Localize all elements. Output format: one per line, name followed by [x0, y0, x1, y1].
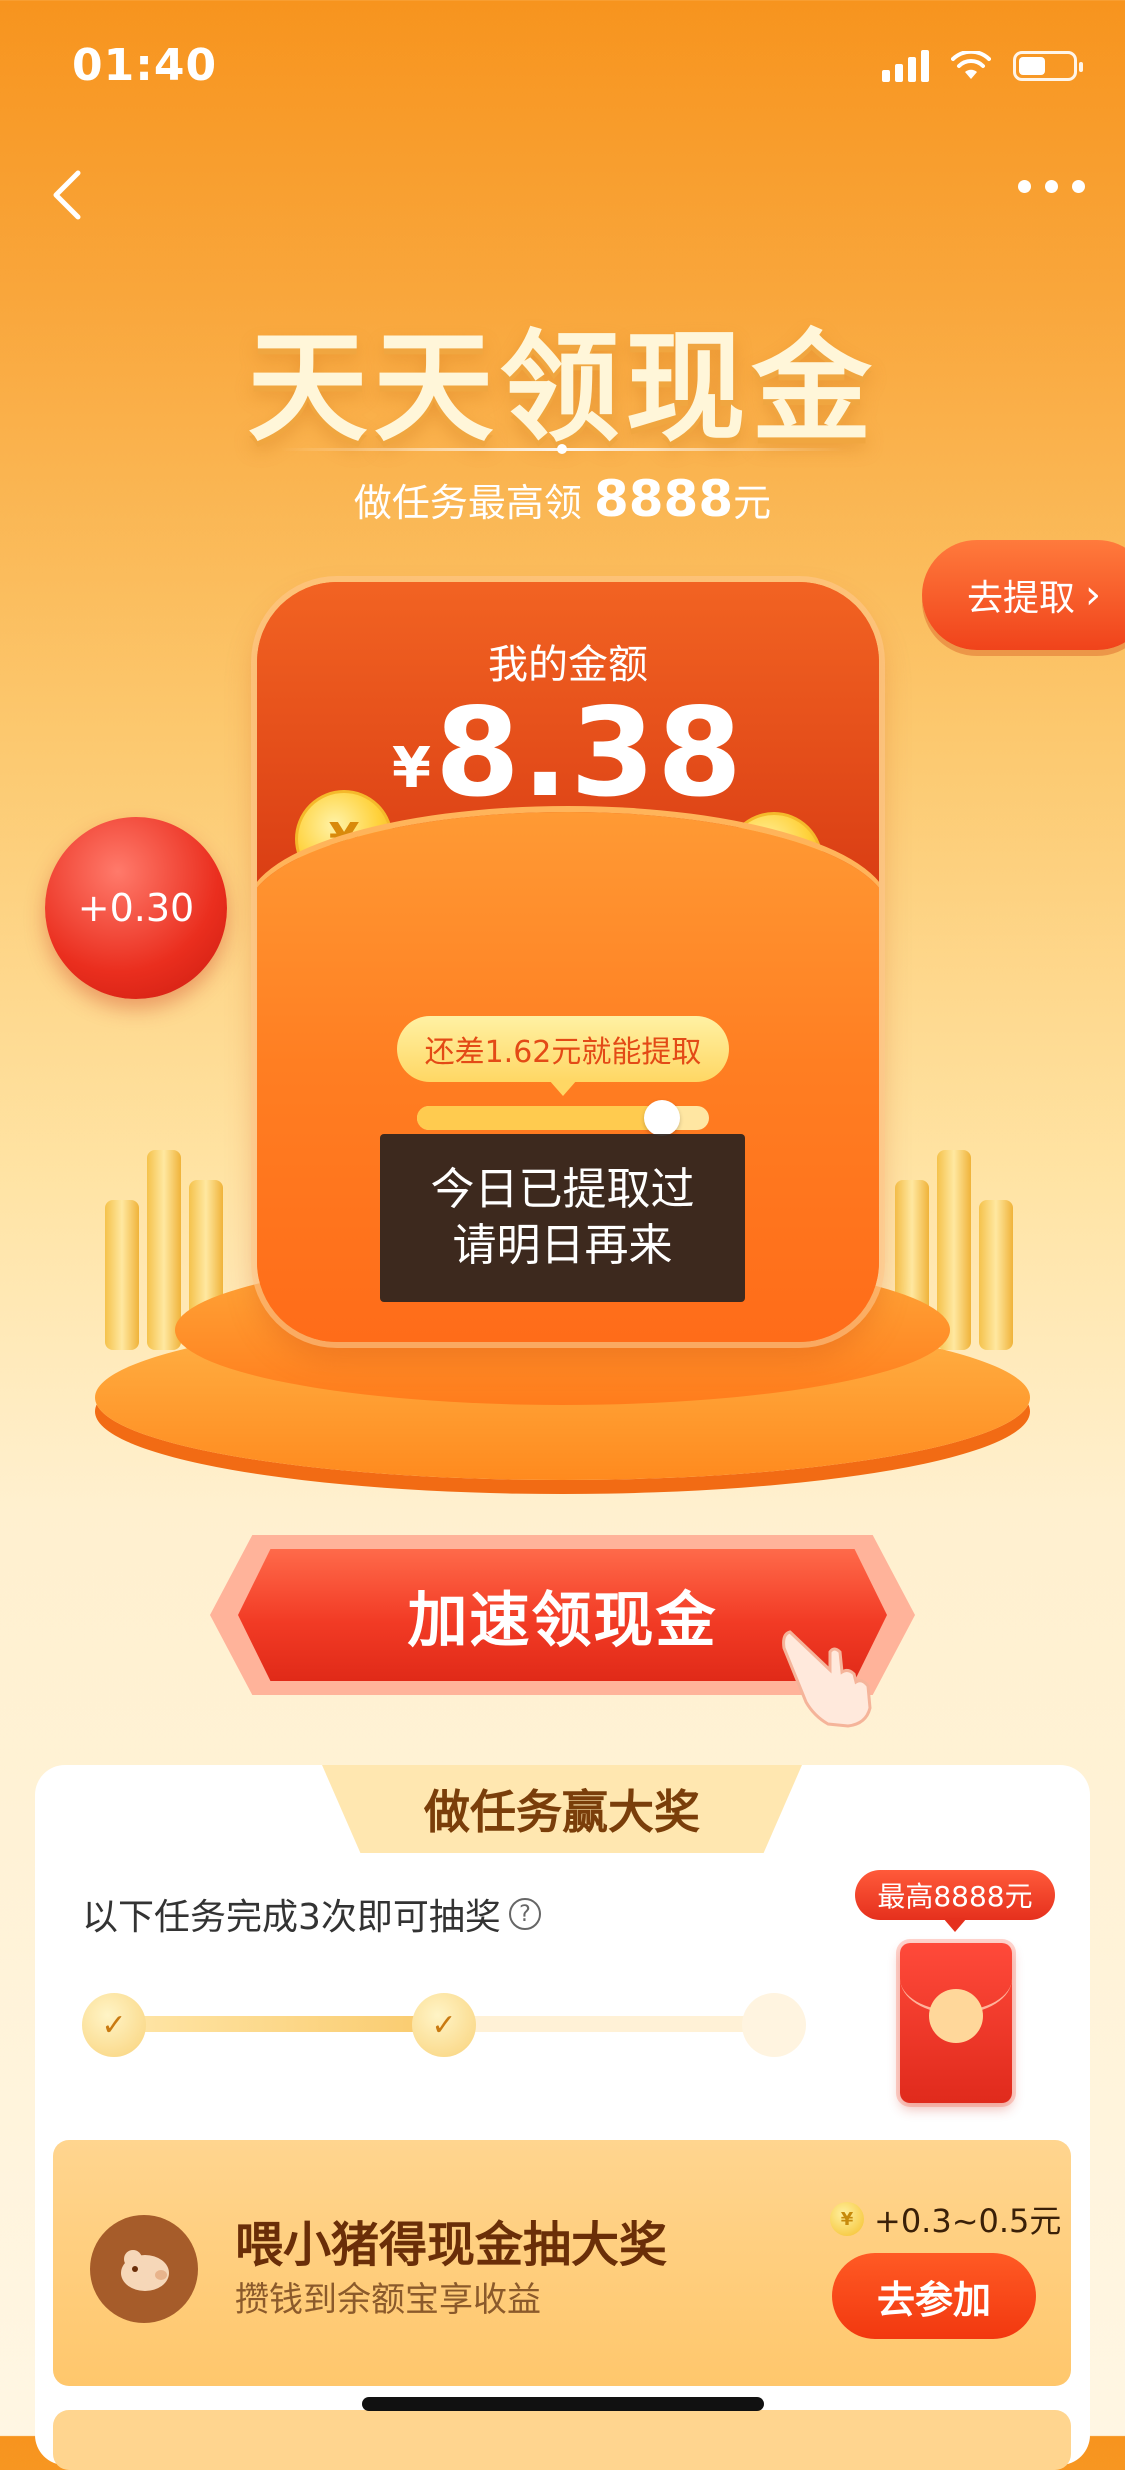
join-button[interactable]: 去参加: [832, 2253, 1036, 2339]
wifi-icon: [951, 51, 991, 79]
prize-tag: 最高8888元: [855, 1870, 1055, 1932]
task-step-3: [742, 1993, 806, 2057]
balance-value: 8.38: [434, 682, 744, 824]
next-subtask-card: [53, 2410, 1071, 2470]
hand-pointer-icon: [782, 1630, 872, 1728]
withdraw-label: 去提取: [967, 578, 1076, 619]
subtask-reward-value: +0.3~0.5元: [874, 2202, 1062, 2240]
subtitle-amount: 8888: [593, 470, 734, 528]
balance-progress: [417, 1100, 709, 1136]
coin-icon: ¥: [830, 2202, 864, 2236]
toast-line-2: 请明日再来: [452, 1220, 673, 1271]
subtitle-suffix: 元: [733, 481, 772, 525]
status-time: 01:40: [72, 40, 218, 91]
home-indicator[interactable]: [362, 2397, 764, 2411]
status-icons: [882, 50, 1083, 82]
toast-message: 今日已提取过 请明日再来: [380, 1134, 745, 1302]
withdraw-requirement: 还差1.62元就能提取: [397, 1016, 729, 1096]
signal-icon: [882, 50, 929, 82]
subtitle-prefix: 做任务最高领: [353, 481, 582, 525]
task-step-2: ✓: [412, 1993, 476, 2057]
check-icon: ✓: [431, 2007, 457, 2043]
red-packet-icon[interactable]: [900, 1943, 1012, 2103]
task-step-fill: [115, 2016, 455, 2032]
balance-progress-knob: [644, 1100, 681, 1136]
page-title: 天天领现金: [247, 319, 878, 458]
more-button[interactable]: [1018, 180, 1085, 193]
title-divider-dot: [557, 444, 567, 454]
toast-line-1: 今日已提取过: [430, 1164, 695, 1215]
pig-icon: [90, 2215, 198, 2323]
task-description-text: 以下任务完成3次即可抽奖: [82, 1897, 501, 1938]
more-dots-icon: [1018, 180, 1031, 193]
subtask-description: 攒钱到余额宝享收益: [235, 2280, 541, 2320]
subtask-reward: ¥ +0.3~0.5元: [830, 2196, 1061, 2242]
back-button[interactable]: [40, 165, 100, 225]
battery-icon: [1013, 51, 1083, 81]
help-icon[interactable]: ?: [508, 1898, 541, 1930]
task-card-header: 做任务赢大奖: [322, 1765, 802, 1853]
withdraw-button[interactable]: 去提取 ›: [922, 540, 1125, 650]
balance-progress-fill: [417, 1106, 663, 1130]
back-chevron-icon: [53, 170, 81, 220]
check-icon: ✓: [101, 2007, 127, 2043]
task-step-1: ✓: [82, 1993, 146, 2057]
bonus-bubble[interactable]: +0.30: [45, 817, 227, 999]
subtask-title: 喂小猪得现金抽大奖: [235, 2217, 668, 2273]
currency-symbol: ¥: [392, 736, 431, 801]
chevron-right-icon: ›: [1085, 572, 1102, 618]
task-description: 以下任务完成3次即可抽奖 ?: [82, 1888, 541, 1940]
page-subtitle: 做任务最高领 8888元: [0, 470, 1125, 528]
